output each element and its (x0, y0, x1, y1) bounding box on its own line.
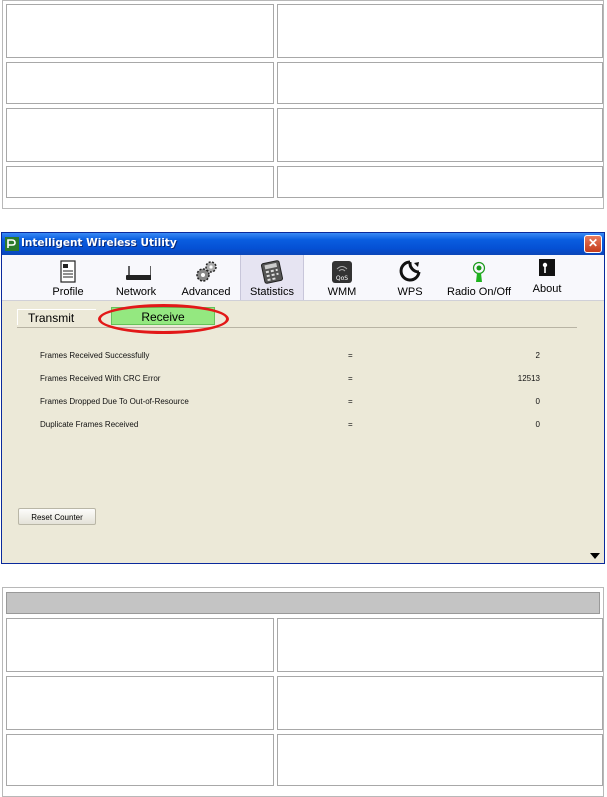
window-title: Intelligent Wireless Utility (21, 237, 177, 249)
table-cell (6, 4, 274, 58)
stat-row: Frames Dropped Due To Out-of-Resource = … (40, 397, 540, 409)
stat-value: 0 (535, 397, 540, 406)
network-icon (126, 266, 151, 280)
toolbar-label: Statistics (249, 286, 294, 298)
toolbar-statistics-button[interactable]: Statistics (240, 255, 304, 300)
stat-equals: = (348, 351, 353, 360)
profile-icon (60, 260, 76, 283)
table-cell (6, 62, 274, 104)
toolbar-label: Radio On/Off (447, 286, 511, 298)
document-table-bottom (2, 587, 604, 797)
toolbar-label: Profile (52, 286, 84, 298)
app-logo-icon (5, 237, 19, 251)
radio-antenna-icon (472, 261, 486, 282)
toolbar-network-button[interactable]: Network (110, 255, 162, 300)
toolbar-label: WPS (397, 286, 423, 298)
stat-row: Frames Received With CRC Error = 12513 (40, 374, 540, 386)
toolbar-label: WMM (327, 286, 357, 298)
advanced-gears-icon (196, 261, 217, 282)
title-bar[interactable]: Intelligent Wireless Utility ✕ (2, 233, 604, 255)
wmm-qos-icon: QoS (332, 261, 352, 283)
toolbar-profile-button[interactable]: Profile (42, 255, 94, 300)
statistics-calculator-icon (261, 260, 283, 284)
svg-text:QoS: QoS (336, 275, 348, 282)
stat-label: Frames Received With CRC Error (40, 374, 161, 383)
toolbar-label: About (532, 283, 562, 295)
highlight-annotation-oval (98, 304, 229, 334)
wps-icon (399, 260, 421, 282)
stat-value: 2 (535, 351, 540, 360)
toolbar-label: Network (115, 286, 157, 298)
table-cell (6, 618, 274, 672)
toolbar-radio-onoff-button[interactable]: Radio On/Off (442, 255, 516, 300)
table-cell (277, 618, 603, 672)
app-window: Intelligent Wireless Utility ✕ Profile N… (1, 232, 605, 564)
tab-underline-divider (17, 327, 577, 328)
toolbar-advanced-button[interactable]: Advanced (178, 255, 234, 300)
stat-row: Duplicate Frames Received = 0 (40, 420, 540, 432)
stat-equals: = (348, 397, 353, 406)
stat-label: Duplicate Frames Received (40, 420, 139, 429)
stat-label: Frames Received Successfully (40, 351, 150, 360)
stat-value: 12513 (517, 374, 540, 383)
toolbar-wps-button[interactable]: WPS (388, 255, 432, 300)
table-cell (6, 676, 274, 730)
toolbar-label: Advanced (181, 286, 231, 298)
table-header-bar (6, 592, 600, 614)
document-table-top (2, 0, 604, 209)
table-cell (277, 4, 603, 58)
close-button[interactable]: ✕ (584, 235, 602, 253)
scroll-down-arrow-icon[interactable] (590, 553, 600, 559)
table-cell (6, 108, 274, 162)
toolbar-wmm-button[interactable]: QoS WMM (320, 255, 364, 300)
table-cell (277, 676, 603, 730)
table-cell (277, 166, 603, 198)
table-cell (6, 166, 274, 198)
about-icon (539, 259, 555, 276)
table-cell (6, 734, 274, 786)
table-cell (277, 108, 603, 162)
table-cell (277, 62, 603, 104)
stat-value: 0 (535, 420, 540, 429)
toolbar: Profile Network Advanced Statistics QoS … (2, 255, 604, 301)
toolbar-about-button[interactable]: About (526, 255, 568, 300)
stat-equals: = (348, 420, 353, 429)
stat-label: Frames Dropped Due To Out-of-Resource (40, 397, 189, 406)
table-cell (277, 734, 603, 786)
reset-counter-button[interactable]: Reset Counter (18, 508, 96, 525)
stat-equals: = (348, 374, 353, 383)
stat-row: Frames Received Successfully = 2 (40, 351, 540, 363)
tab-transmit[interactable]: Transmit (17, 309, 96, 325)
